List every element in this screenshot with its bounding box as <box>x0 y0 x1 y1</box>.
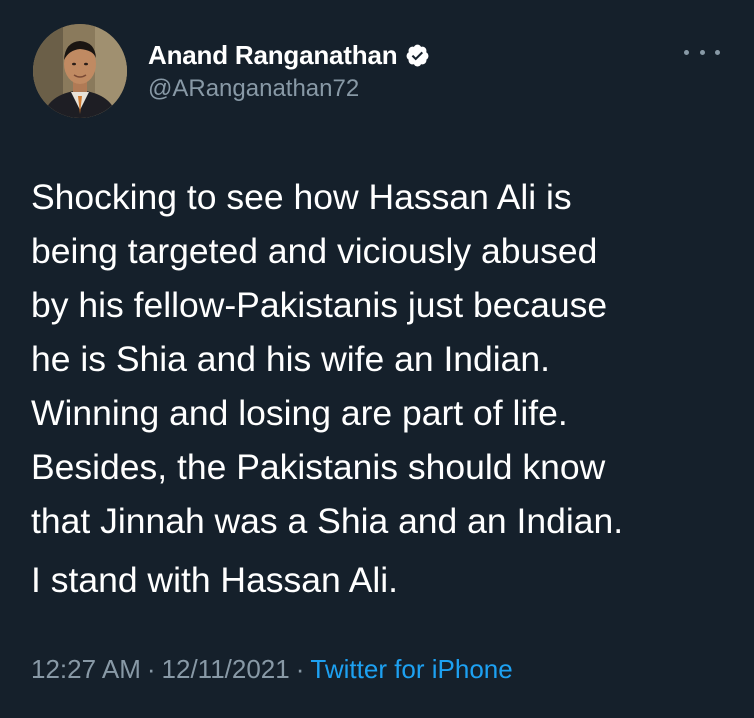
tweet-line: Shocking to see how Hassan Ali is <box>31 177 572 217</box>
tweet-line: by his fellow-Pakistanis just because <box>31 285 608 325</box>
avatar-image <box>33 24 127 118</box>
tweet-time[interactable]: 12:27 AM <box>31 654 141 684</box>
tweet-line: being targeted and viciously abused <box>31 231 598 271</box>
more-dot <box>699 49 705 55</box>
tweet-second-paragraph: I stand with Hassan Ali. <box>31 560 399 600</box>
more-options-icon[interactable] <box>684 42 720 62</box>
tweet-line: Besides, the Pakistanis should know <box>31 447 606 487</box>
author-name-row: Anand Ranganathan <box>148 38 430 72</box>
tweet-line: he is Shia and his wife an Indian. <box>31 339 551 379</box>
meta-separator: · <box>295 654 305 684</box>
tweet-line: Winning and losing are part of life. <box>31 393 568 433</box>
tweet-date[interactable]: 12/11/2021 <box>162 654 290 684</box>
meta-separator: · <box>146 654 156 684</box>
author-handle[interactable]: @ARanganathan72 <box>148 75 359 103</box>
tweet-source-link[interactable]: Twitter for iPhone <box>310 654 512 684</box>
more-dot <box>715 49 720 55</box>
verified-badge-icon <box>405 43 430 68</box>
tweet-meta: 12:27 AM · 12/11/2021 · Twitter for iPhone <box>31 654 513 685</box>
tweet-line: that Jinnah was a Shia and an Indian. <box>31 501 624 541</box>
more-dot <box>684 49 689 55</box>
display-name[interactable]: Anand Ranganathan <box>148 40 398 71</box>
tweet-text: Shocking to see how Hassan Ali is being … <box>31 170 731 548</box>
tweet-card: Anand Ranganathan @ARanganathan72 Shocki… <box>0 0 754 718</box>
avatar[interactable] <box>33 24 127 118</box>
